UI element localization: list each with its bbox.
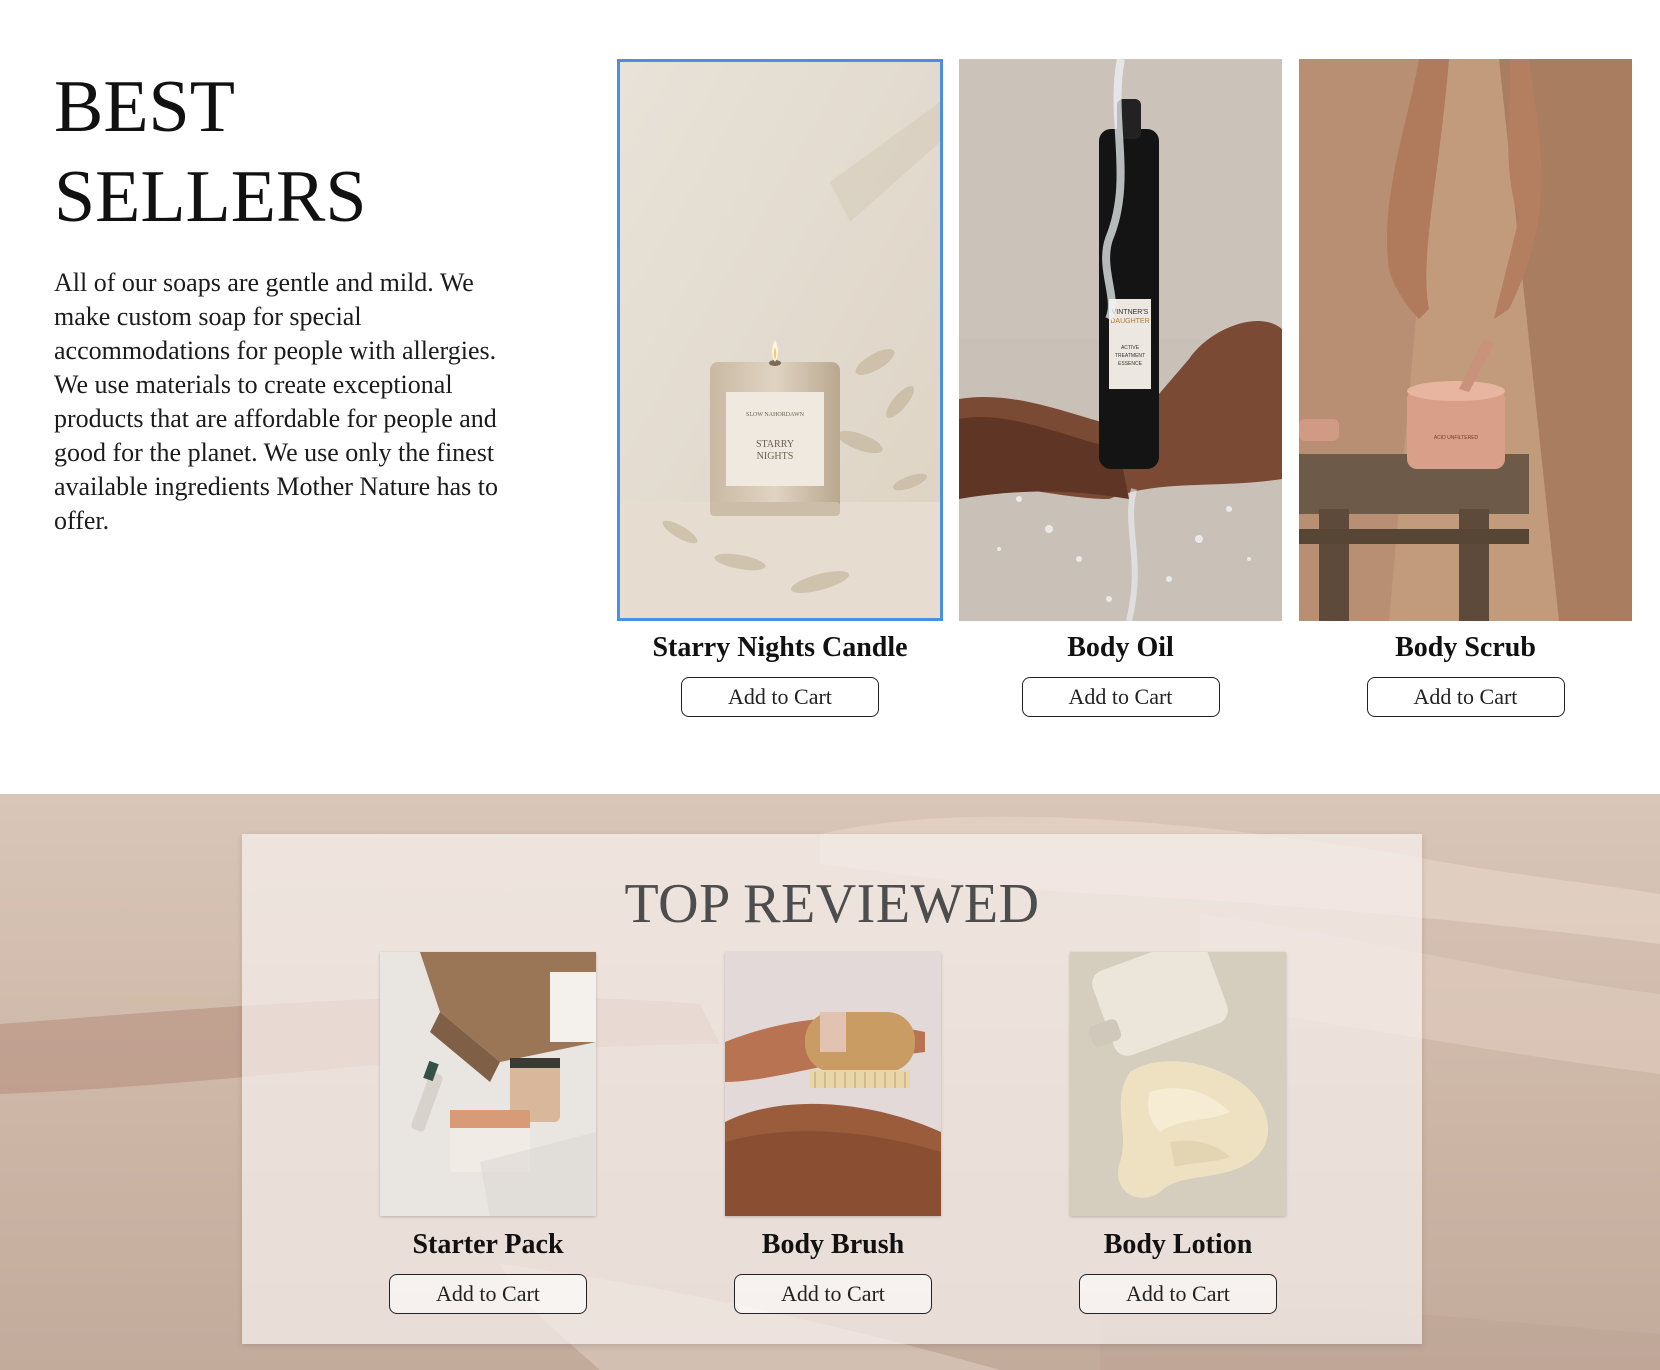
body-oil-photo: VINTNER'S DAUGHTER ACTIVE TREATMENT ESSE…: [959, 59, 1282, 621]
scrub-label-brand: ACID UNFILTERED: [1434, 435, 1479, 441]
oil-label-brand2: DAUGHTER: [1110, 318, 1149, 325]
add-to-cart-button[interactable]: Add to Cart: [1366, 677, 1565, 717]
best-sellers-heading: BEST SELLERS: [54, 62, 366, 242]
best-sellers-heading-line2: SELLERS: [54, 156, 367, 238]
body-brush-photo: [725, 952, 941, 1216]
oil-label-line1: ACTIVE: [1121, 345, 1140, 351]
oil-label-brand1: VINTNER'S: [1112, 309, 1149, 316]
candle-label-brand: SLOW NAHORDAWN: [746, 412, 805, 418]
top-reviewed-heading: TOP REVIEWED: [624, 873, 1040, 935]
starter-pack-photo: [380, 952, 596, 1216]
oil-label-line3: ESSENCE: [1118, 361, 1143, 367]
top-reviewed-card: TOP REVIEWED Starter Pack Add to Cart Bo…: [242, 834, 1422, 1344]
product-name: Body Scrub: [1395, 632, 1536, 663]
candle-label-line2: NIGHTS: [757, 451, 794, 462]
product-name: Body Brush: [761, 1229, 905, 1260]
add-to-cart-button[interactable]: Add to Cart: [1079, 1274, 1277, 1314]
add-to-cart-button[interactable]: Add to Cart: [1021, 677, 1220, 717]
product-image-body-lotion[interactable]: [1070, 952, 1286, 1216]
candle-photo: SLOW NAHORDAWN STARRY NIGHTS: [620, 62, 940, 618]
top-reviewed-section: TOP REVIEWED Starter Pack Add to Cart Bo…: [0, 794, 1660, 1370]
body-lotion-photo: [1070, 952, 1286, 1216]
add-to-cart-button[interactable]: Add to Cart: [389, 1274, 587, 1314]
product-card-body-brush: Body Brush Add to Cart: [725, 952, 941, 1314]
product-name: Body Oil: [1067, 632, 1174, 663]
oil-label-line2: TREATMENT: [1115, 353, 1145, 359]
best-sellers-description: All of our soaps are gentle and mild. We…: [54, 268, 499, 535]
add-to-cart-button[interactable]: Add to Cart: [734, 1274, 932, 1314]
product-image-body-brush[interactable]: [725, 952, 941, 1216]
product-name: Starter Pack: [412, 1229, 564, 1260]
product-name: Starry Nights Candle: [652, 632, 908, 663]
best-sellers-heading-line1: BEST: [54, 66, 235, 148]
product-card-body-scrub: ACID UNFILTERED Body Scrub Add to Cart: [1299, 59, 1632, 717]
product-image-starter-pack[interactable]: [380, 952, 596, 1216]
product-card-starter-pack: Starter Pack Add to Cart: [380, 952, 596, 1314]
product-image-candle[interactable]: SLOW NAHORDAWN STARRY NIGHTS: [617, 59, 943, 621]
body-scrub-photo: ACID UNFILTERED: [1299, 59, 1632, 621]
product-card-body-oil: VINTNER'S DAUGHTER ACTIVE TREATMENT ESSE…: [959, 59, 1282, 717]
product-image-body-oil[interactable]: VINTNER'S DAUGHTER ACTIVE TREATMENT ESSE…: [959, 59, 1282, 621]
candle-label-line1: STARRY: [756, 439, 794, 450]
product-image-body-scrub[interactable]: ACID UNFILTERED: [1299, 59, 1632, 621]
product-name: Body Lotion: [1103, 1229, 1253, 1260]
product-card-starry-nights-candle: SLOW NAHORDAWN STARRY NIGHTS Starry Nigh…: [617, 59, 943, 717]
product-card-body-lotion: Body Lotion Add to Cart: [1070, 952, 1286, 1314]
add-to-cart-button[interactable]: Add to Cart: [681, 677, 879, 717]
